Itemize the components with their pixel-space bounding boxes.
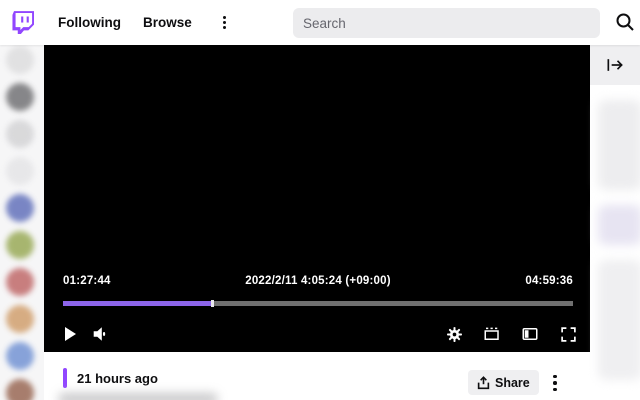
- live-accent-bar: [63, 368, 67, 388]
- blurred-chat-content: [598, 100, 640, 190]
- theater-mode-icon: [521, 325, 539, 343]
- blurred-title-text: [58, 393, 218, 400]
- channel-avatar[interactable]: [6, 120, 34, 148]
- twitch-app: Following Browse 2022/2/11 4:05:24 (+09:…: [0, 0, 640, 400]
- current-time: 01:27:44: [63, 275, 111, 287]
- search-container: [293, 8, 600, 38]
- progress-fill: [63, 301, 212, 306]
- fullscreen-button[interactable]: [555, 321, 581, 347]
- channel-avatar[interactable]: [6, 46, 34, 74]
- right-sidebar-chat: [590, 45, 640, 400]
- player-time-row: 2022/2/11 4:05:24 (+09:00) 01:27:44 04:5…: [63, 275, 573, 287]
- volume-muted-icon: [91, 325, 109, 343]
- video-player[interactable]: 2022/2/11 4:05:24 (+09:00) 01:27:44 04:5…: [44, 45, 590, 352]
- chat-header: [590, 45, 640, 85]
- channel-avatar[interactable]: [6, 305, 34, 333]
- search-input[interactable]: [293, 8, 600, 38]
- top-navbar: Following Browse: [0, 0, 640, 45]
- channel-avatar[interactable]: [6, 83, 34, 111]
- channel-avatar[interactable]: [6, 379, 34, 400]
- nav-link-following[interactable]: Following: [58, 15, 121, 30]
- share-button-label: Share: [495, 376, 530, 390]
- blurred-chat-content: [598, 260, 640, 380]
- expand-chat-button[interactable]: [602, 52, 628, 78]
- video-info-bar: 21 hours ago Share: [44, 352, 590, 400]
- nav-link-browse[interactable]: Browse: [143, 15, 192, 30]
- left-sidebar: [0, 45, 44, 400]
- channel-avatar[interactable]: [6, 342, 34, 370]
- fullscreen-icon: [560, 326, 577, 343]
- search-button[interactable]: [612, 9, 638, 35]
- more-menu-icon[interactable]: [216, 14, 234, 32]
- clip-icon: [483, 325, 501, 343]
- clip-button[interactable]: [479, 321, 505, 347]
- twitch-logo-icon[interactable]: [12, 10, 36, 36]
- share-upload-icon: [477, 376, 490, 390]
- blurred-chat-content: [598, 205, 640, 245]
- seek-handle[interactable]: [211, 300, 214, 307]
- channel-avatar[interactable]: [6, 231, 34, 259]
- seek-bar[interactable]: [63, 301, 573, 306]
- expand-right-icon: [605, 57, 625, 73]
- gear-icon: [446, 326, 463, 343]
- channel-avatar[interactable]: [6, 157, 34, 185]
- play-button[interactable]: [57, 321, 83, 347]
- volume-button[interactable]: [87, 321, 113, 347]
- play-icon: [62, 326, 78, 342]
- settings-button[interactable]: [441, 321, 467, 347]
- theater-mode-button[interactable]: [517, 321, 543, 347]
- player-controls: [57, 317, 581, 351]
- search-icon: [615, 12, 635, 32]
- posted-ago-label: 21 hours ago: [77, 371, 158, 386]
- video-more-menu-icon[interactable]: [545, 372, 565, 394]
- share-button[interactable]: Share: [468, 370, 539, 395]
- total-duration: 04:59:36: [525, 275, 573, 287]
- stream-datetime: 2022/2/11 4:05:24 (+09:00): [63, 275, 573, 287]
- channel-avatar[interactable]: [6, 194, 34, 222]
- channel-avatar[interactable]: [6, 268, 34, 296]
